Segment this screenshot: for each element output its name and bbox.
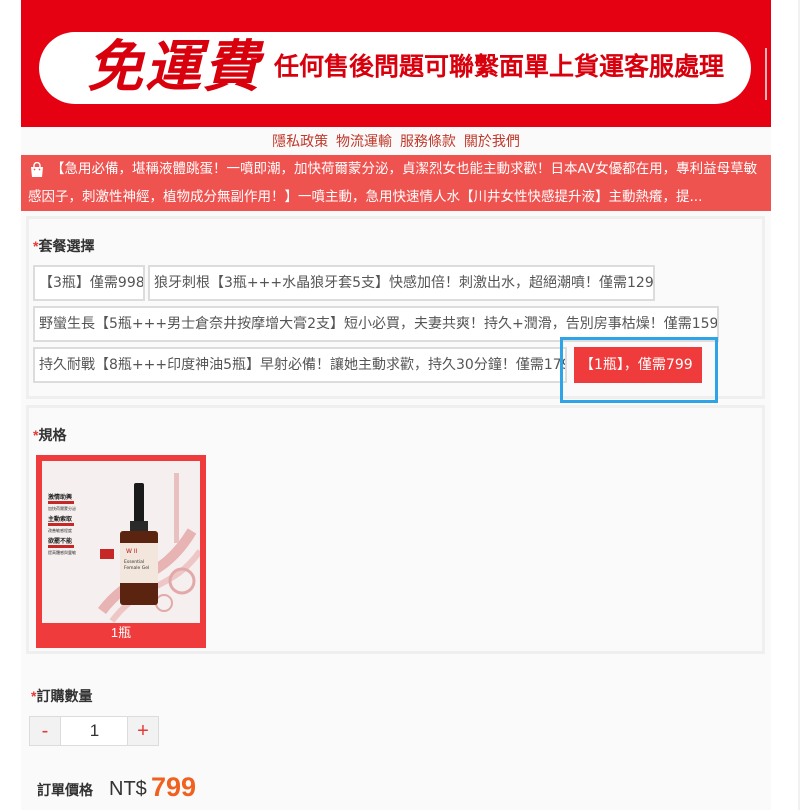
spec-option-label: 1瓶 [110,625,132,640]
banner-arrow-decoration [765,48,767,100]
quantity-stepper: - 1 + [29,716,159,746]
footer-links: 隱私政策 物流運輸 服務條款 關於我們 [21,130,771,152]
order-price-amount: 799 [151,772,197,802]
notice-text: 【急用必備，堪稱液體跳蛋！一噴即潮，加快荷爾蒙分泌，貞潔烈女也能主動求歡！日本A… [28,161,758,205]
image-caption-3: 主動索取 [48,515,73,523]
image-caption-6: 提高體感與靈敏 [48,549,76,555]
banner-subline: 任何售後問題可聯繫面單上貨運客服處理 [274,52,725,81]
svg-text:W II: W II [126,548,138,555]
spec-section: *規格 W II Essential Female Gel 激情助興 加快荷爾蒙… [26,405,765,654]
product-page: 免運費 任何售後問題可聯繫面單上貨運客服處理 隱私政策 物流運輸 服務條款 關於… [21,0,771,810]
svg-text:Female Gel: Female Gel [124,565,149,571]
product-illustration: W II Essential Female Gel 激情助興 加快荷爾蒙分泌 主… [42,461,200,623]
banner-pill: 免運費 任何售後問題可聯繫面單上貨運客服處理 [39,32,751,104]
link-privacy[interactable]: 隱私政策 [272,133,328,149]
quantity-input[interactable]: 1 [61,717,128,745]
product-image: W II Essential Female Gel 激情助興 加快荷爾蒙分泌 主… [42,461,200,623]
quantity-minus-button[interactable]: - [30,717,61,745]
package-option-wolf-tooth[interactable]: 狼牙刺根【3瓶+++水晶狼牙套5支】快感加倍！刺激出水，超絕潮噴！僅需1298 [148,265,655,301]
free-shipping-banner: 免運費 任何售後問題可聯繫面單上貨運客服處理 [21,0,771,127]
image-caption-4: 改善敏感程度 [48,527,72,533]
banner-headline: 免運費 [87,35,261,100]
selection-highlight-box [560,337,718,403]
quantity-title: *訂購數量 [31,688,93,704]
image-caption-2: 加快荷爾蒙分泌 [48,505,76,511]
image-caption-5: 欲罷不能 [47,537,72,545]
image-caption-1: 激情助興 [48,493,72,501]
link-about[interactable]: 關於我們 [464,133,520,149]
promo-notice: 【急用必備，堪稱液體跳蛋！一噴即潮，加快荷爾蒙分泌，貞潔烈女也能主動求歡！日本A… [21,155,771,211]
link-terms[interactable]: 服務條款 [400,133,456,149]
order-price-label: 訂單價格 [37,782,93,798]
package-option-endurance[interactable]: 持久耐戰【8瓶+++印度神油5瓶】早射必備！讓她主動求歡，持久30分鐘！僅需17… [33,347,567,383]
order-price-currency: NT$ [109,778,147,800]
spec-option-1-bottle[interactable]: W II Essential Female Gel 激情助興 加快荷爾蒙分泌 主… [36,455,206,648]
link-shipping[interactable]: 物流運輸 [336,133,392,149]
package-option-3-bottles[interactable]: 【3瓶】僅需998 [33,265,145,301]
spec-title: *規格 [33,427,67,443]
svg-text:Essential: Essential [124,559,144,565]
quantity-plus-button[interactable]: + [127,717,158,745]
package-title: *套餐選擇 [33,238,95,254]
